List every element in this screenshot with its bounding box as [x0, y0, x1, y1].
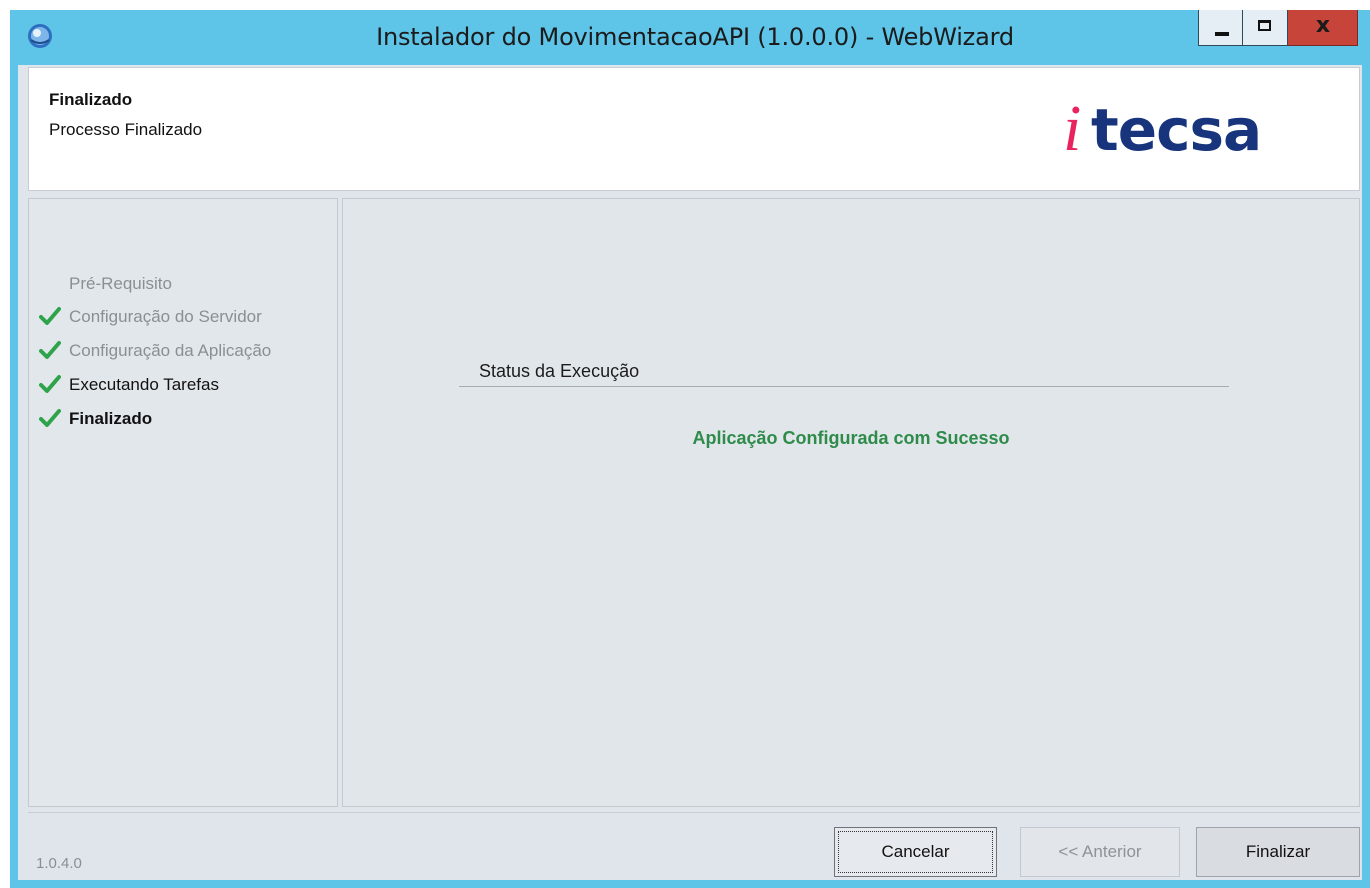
check-icon: [39, 341, 61, 359]
svg-text:tecsa: tecsa: [1091, 96, 1261, 164]
maximize-button[interactable]: [1243, 10, 1288, 46]
minimize-button[interactable]: [1198, 10, 1243, 46]
content-panel: Status da Execução Aplicação Configurada…: [342, 198, 1360, 807]
installer-window: Instalador do MovimentacaoAPI (1.0.0.0) …: [10, 10, 1370, 888]
wizard-header: Finalizado Processo Finalizado i tecsa: [28, 67, 1360, 191]
step-finalizado: Finalizado: [39, 405, 329, 433]
close-icon: x: [1315, 13, 1331, 38]
status-message: Aplicação Configurada com Sucesso: [692, 428, 1010, 448]
wizard-client-area: Finalizado Processo Finalizado i tecsa P…: [18, 65, 1362, 880]
wizard-footer: 1.0.4.0 Cancelar << Anterior Finalizar: [28, 812, 1360, 878]
page-title: Finalizado: [49, 90, 133, 109]
step-pre-requisito: Pré-Requisito: [39, 270, 329, 298]
steps-panel: Pré-Requisito Configuração do Servidor C…: [28, 198, 338, 807]
step-label: Configuração da Aplicação: [69, 341, 272, 360]
svg-text:i: i: [1063, 92, 1081, 165]
check-icon: [39, 307, 61, 325]
window-title: Instalador do MovimentacaoAPI (1.0.0.0) …: [376, 23, 1014, 51]
step-configuracao-aplicacao: Configuração da Aplicação: [39, 337, 329, 365]
step-label: Pré-Requisito: [69, 274, 172, 293]
group-title: Status da Execução: [479, 361, 640, 381]
previous-button[interactable]: << Anterior: [1020, 827, 1180, 877]
finish-button[interactable]: Finalizar: [1196, 827, 1360, 877]
title-bar[interactable]: Instalador do MovimentacaoAPI (1.0.0.0) …: [10, 10, 1370, 65]
group-divider: [459, 386, 1229, 387]
check-icon: [39, 409, 61, 427]
step-label: Configuração do Servidor: [69, 307, 262, 326]
close-button[interactable]: x: [1288, 10, 1358, 46]
itecsa-logo: i tecsa: [1063, 92, 1262, 165]
page-subtitle: Processo Finalizado: [49, 120, 203, 139]
step-configuracao-servidor: Configuração do Servidor: [39, 303, 329, 331]
check-icon: [39, 375, 61, 393]
maximize-icon: [1258, 20, 1271, 31]
step-label: Executando Tarefas: [69, 375, 219, 394]
minimize-icon: [1215, 32, 1229, 36]
step-label: Finalizado: [69, 409, 153, 428]
step-executando-tarefas: Executando Tarefas: [39, 371, 329, 399]
version-label: 1.0.4.0: [36, 855, 82, 872]
cancel-button[interactable]: Cancelar: [834, 827, 997, 877]
